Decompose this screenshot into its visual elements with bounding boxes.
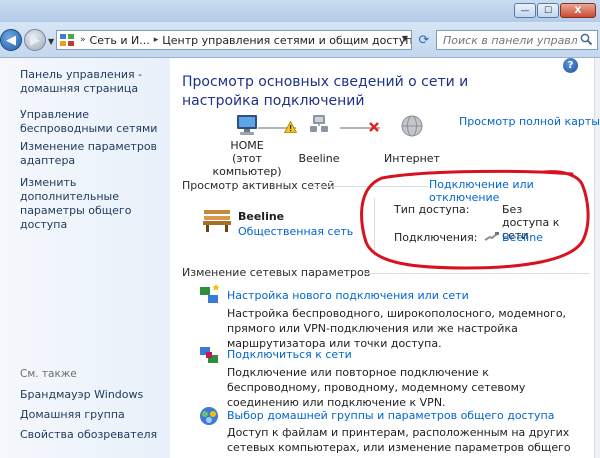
connections-label: Подключения: bbox=[394, 231, 478, 244]
breadcrumb-separator: » bbox=[80, 35, 86, 45]
left-task-pane: Панель управления - домашняя страница Уп… bbox=[0, 58, 170, 458]
windows-firewall-link[interactable]: Брандмауэр Windows bbox=[20, 388, 170, 402]
connect-to-network-link[interactable]: Подключиться к сети bbox=[227, 348, 352, 361]
recent-pages-dropdown[interactable]: ▼ bbox=[48, 37, 54, 46]
globe-icon bbox=[401, 115, 423, 137]
network-type-link[interactable]: Общественная сеть bbox=[238, 225, 353, 238]
map-node-internet[interactable]: Интернет bbox=[382, 114, 442, 165]
setup-new-connection-description: Настройка беспроводного, широкополосного… bbox=[227, 307, 567, 350]
control-panel-icon bbox=[60, 33, 74, 47]
active-network-name: Beeline bbox=[238, 210, 285, 223]
access-type-label: Тип доступа: bbox=[394, 203, 470, 216]
window-title-bar: — ☐ X bbox=[0, 0, 600, 22]
homegroup-sharing-link[interactable]: Выбор домашней группы и параметров общег… bbox=[227, 409, 554, 422]
search-box[interactable] bbox=[436, 30, 598, 50]
forward-button[interactable]: ▶ bbox=[24, 29, 46, 51]
map-node-network[interactable]: Beeline bbox=[296, 114, 342, 165]
homegroup-sharing-description: Доступ к файлам и принтерам, расположенн… bbox=[227, 426, 571, 458]
no-connection-icon[interactable] bbox=[366, 119, 382, 135]
map-node-computer-sublabel: (этот компьютер) bbox=[212, 152, 282, 178]
connection-beeline-link[interactable]: Beeline bbox=[502, 231, 543, 244]
search-icon[interactable] bbox=[580, 33, 593, 49]
map-node-internet-label: Интернет bbox=[384, 152, 440, 165]
close-button[interactable]: X bbox=[560, 3, 596, 18]
homegroup-icon bbox=[200, 407, 218, 425]
minimize-button[interactable]: — bbox=[514, 3, 536, 18]
homegroup-link[interactable]: Домашняя группа bbox=[20, 408, 170, 422]
address-dropdown-icon[interactable]: ▼ bbox=[402, 34, 408, 43]
breadcrumb-network-center[interactable]: Центр управления сетями и общим доступом bbox=[162, 34, 411, 47]
breadcrumb-separator[interactable]: ▸ bbox=[154, 35, 159, 45]
change-settings-heading: Изменение сетевых параметров bbox=[182, 266, 371, 279]
search-input[interactable] bbox=[437, 31, 577, 49]
internet-options-link[interactable]: Свойства обозревателя bbox=[20, 428, 170, 442]
help-icon[interactable]: ? bbox=[563, 58, 578, 73]
vertical-divider bbox=[374, 198, 375, 256]
new-connection-icon bbox=[200, 284, 220, 303]
breadcrumb-network[interactable]: Сеть и И... bbox=[90, 34, 150, 47]
connect-to-network-description: Подключение или повторное подключение к … bbox=[227, 366, 526, 409]
see-full-map-link[interactable]: Просмотр полной карты bbox=[459, 115, 600, 128]
network-icon bbox=[310, 115, 328, 132]
section-divider bbox=[308, 186, 428, 187]
manage-wireless-networks-link[interactable]: Управление беспроводными сетями bbox=[20, 108, 170, 136]
arrow-right-icon: ▶ bbox=[30, 32, 40, 48]
map-node-computer[interactable]: HOME (этот компьютер) bbox=[207, 114, 287, 178]
computer-icon bbox=[237, 115, 257, 135]
address-bar[interactable]: » Сеть и И... ▸ Центр управления сетями … bbox=[56, 30, 412, 50]
arrow-left-icon: ◀ bbox=[6, 32, 16, 48]
navigation-bar: ◀ ▶ ▼ » Сеть и И... ▸ Центр управления с… bbox=[0, 22, 600, 58]
back-button[interactable]: ◀ bbox=[0, 29, 22, 51]
map-node-computer-label: HOME bbox=[230, 139, 264, 152]
page-title: Просмотр основных сведений о сети и наст… bbox=[182, 74, 469, 109]
ethernet-cable-icon bbox=[484, 232, 499, 241]
main-content: ? Просмотр основных сведений о сети и на… bbox=[170, 58, 600, 458]
map-node-network-label: Beeline bbox=[298, 152, 340, 165]
control-panel-home-link[interactable]: Панель управления - домашняя страница bbox=[20, 68, 170, 96]
advanced-sharing-settings-link[interactable]: Изменить дополнительные параметры общего… bbox=[20, 176, 170, 232]
connect-or-disconnect-link[interactable]: Подключение или отключение bbox=[429, 178, 600, 204]
change-adapter-settings-link[interactable]: Изменение параметров адаптера bbox=[20, 140, 170, 168]
refresh-button[interactable]: ⟳ bbox=[414, 30, 434, 50]
bench-icon bbox=[203, 210, 231, 232]
caption-buttons: — ☐ X bbox=[514, 3, 596, 18]
setup-new-connection-link[interactable]: Настройка нового подключения или сети bbox=[227, 289, 469, 302]
see-also-heading: См. также bbox=[20, 368, 77, 380]
connect-to-network-icon bbox=[200, 347, 218, 363]
section-divider bbox=[364, 273, 590, 274]
refresh-icon: ⟳ bbox=[418, 32, 430, 48]
maximize-button[interactable]: ☐ bbox=[537, 3, 559, 18]
